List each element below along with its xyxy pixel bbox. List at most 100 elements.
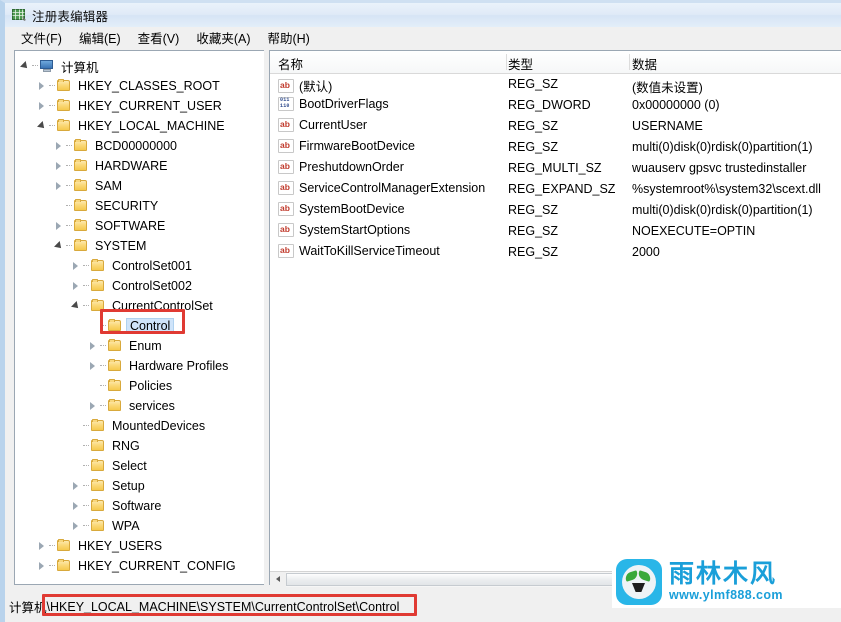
tree-node-controlset002[interactable]: ControlSet002 — [15, 276, 264, 296]
tree-node-control[interactable]: Control — [15, 316, 264, 336]
value-data-cell: NOEXECUTE=OPTIN — [632, 224, 756, 238]
value-row[interactable]: BootDriverFlags REG_DWORD 0x00000000 (0) — [270, 95, 841, 116]
value-row[interactable]: FirmwareBootDevice REG_SZ multi(0)disk(0)r… — [270, 137, 841, 158]
collapse-arrow-icon[interactable] — [36, 116, 49, 136]
value-type-cell: REG_SZ — [508, 140, 559, 154]
tree-node-hkey-users[interactable]: HKEY_USERS — [15, 536, 264, 556]
tree-node-controlset001[interactable]: ControlSet001 — [15, 256, 264, 276]
value-type-cell: REG_DWORD — [508, 98, 591, 112]
expand-arrow-icon[interactable] — [36, 556, 49, 576]
folder-icon — [90, 299, 106, 313]
registry-editor-window: 注册表编辑器 文件(F) 编辑(E) 查看(V) 收藏夹(A) 帮助(H) 计算… — [0, 0, 841, 622]
tree-node-setup[interactable]: Setup — [15, 476, 264, 496]
expand-arrow-icon[interactable] — [87, 396, 100, 416]
column-divider-1[interactable] — [506, 54, 507, 70]
tree-node-security[interactable]: SECURITY — [15, 196, 264, 216]
value-row[interactable]: WaitToKillServiceTimeout REG_SZ 2000 — [270, 242, 841, 263]
expand-arrow-icon[interactable] — [53, 136, 66, 156]
tree-node-system[interactable]: SYSTEM — [15, 236, 264, 256]
folder-icon — [73, 159, 89, 173]
expand-arrow-icon[interactable] — [53, 176, 66, 196]
tree-node-hkey-current-config[interactable]: HKEY_CURRENT_CONFIG — [15, 556, 264, 576]
column-header-data[interactable]: 数据 — [632, 54, 657, 73]
value-name-label: FirmwareBootDevice — [299, 139, 416, 153]
menu-file[interactable]: 文件(F) — [13, 26, 71, 49]
dword-value-icon — [278, 97, 294, 111]
value-data-cell: %systemroot%\system32\scext.dll — [632, 182, 821, 196]
value-type-cell: REG_EXPAND_SZ — [508, 182, 616, 196]
scroll-left-icon[interactable] — [270, 571, 286, 587]
tree-node-enum[interactable]: Enum — [15, 336, 264, 356]
tree-node-label: ControlSet001 — [112, 259, 192, 273]
collapse-arrow-icon[interactable] — [19, 56, 32, 76]
value-data-cell: USERNAME — [632, 119, 703, 133]
expand-arrow-icon[interactable] — [36, 536, 49, 556]
registry-tree-pane[interactable]: 计算机 HKEY_CLASSES_ROOT HKEY_CURRENT_USER HKE… — [14, 50, 264, 585]
column-divider-2[interactable] — [629, 54, 630, 70]
folder-icon — [73, 199, 89, 213]
expand-arrow-icon[interactable] — [87, 336, 100, 356]
values-list: (默认) REG_SZ (数值未设置) BootDriverFlags REG_DWOR… — [270, 74, 841, 263]
column-header-name[interactable]: 名称 — [278, 54, 303, 73]
tree-node-label: Policies — [129, 379, 173, 393]
string-value-icon — [278, 243, 294, 258]
tree-node-services[interactable]: services — [15, 396, 264, 416]
tree-connector-line — [100, 336, 107, 356]
tree-node-policies[interactable]: Policies — [15, 376, 264, 396]
tree-node-select[interactable]: Select — [15, 456, 264, 476]
value-row[interactable]: PreshutdownOrder REG_MULTI_SZ wuauserv gps… — [270, 158, 841, 179]
tree-node-计算机[interactable]: 计算机 — [15, 56, 264, 76]
folder-icon — [90, 519, 106, 533]
tree-node-label: SOFTWARE — [95, 219, 166, 233]
expand-arrow-icon[interactable] — [70, 256, 83, 276]
tree-node-software[interactable]: Software — [15, 496, 264, 516]
value-data-cell: wuauserv gpsvc trustedinstaller — [632, 161, 807, 175]
collapse-arrow-icon[interactable] — [53, 236, 66, 256]
value-row[interactable]: (默认) REG_SZ (数值未设置) — [270, 74, 841, 95]
tree-node-bcd00000000[interactable]: BCD00000000 — [15, 136, 264, 156]
value-row[interactable]: ServiceControlManagerExtension REG_EXPAND… — [270, 179, 841, 200]
tree-node-sam[interactable]: SAM — [15, 176, 264, 196]
tree-node-hardware[interactable]: HARDWARE — [15, 156, 264, 176]
menu-view[interactable]: 查看(V) — [130, 26, 189, 49]
window-title: 注册表编辑器 — [32, 9, 109, 24]
tree-node-mounteddevices[interactable]: MountedDevices — [15, 416, 264, 436]
expand-arrow-icon[interactable] — [53, 216, 66, 236]
registry-tree: 计算机 HKEY_CLASSES_ROOT HKEY_CURRENT_USER HKE… — [15, 51, 264, 576]
value-name-label: SystemBootDevice — [299, 202, 405, 216]
expand-arrow-icon[interactable] — [36, 76, 49, 96]
tree-connector-line — [100, 396, 107, 416]
value-row[interactable]: SystemBootDevice REG_SZ multi(0)disk(0)rdi… — [270, 200, 841, 221]
expand-arrow-icon[interactable] — [53, 156, 66, 176]
value-name-cell: WaitToKillServiceTimeout — [278, 243, 440, 258]
collapse-arrow-icon[interactable] — [70, 296, 83, 316]
menu-edit[interactable]: 编辑(E) — [71, 26, 130, 49]
tree-node-wpa[interactable]: WPA — [15, 516, 264, 536]
tree-node-hkey-classes-root[interactable]: HKEY_CLASSES_ROOT — [15, 76, 264, 96]
value-row[interactable]: CurrentUser REG_SZ USERNAME — [270, 116, 841, 137]
folder-icon — [90, 479, 106, 493]
expand-arrow-icon[interactable] — [70, 516, 83, 536]
tree-node-software[interactable]: SOFTWARE — [15, 216, 264, 236]
column-header-type[interactable]: 类型 — [508, 54, 533, 73]
tree-node-label: HKEY_CLASSES_ROOT — [78, 79, 220, 93]
string-value-icon — [278, 117, 294, 132]
value-row[interactable]: SystemStartOptions REG_SZ NOEXECUTE=OPTIN — [270, 221, 841, 242]
watermark-url: www.ylmf888.com — [669, 588, 783, 602]
expand-arrow-icon[interactable] — [36, 96, 49, 116]
registry-values-pane[interactable]: 名称 类型 数据 (默认)REG_SZ(数值未设置)BootDriverFlag… — [269, 50, 841, 585]
expand-arrow-icon[interactable] — [87, 356, 100, 376]
expand-arrow-icon[interactable] — [70, 276, 83, 296]
tree-node-hardware-profiles[interactable]: Hardware Profiles — [15, 356, 264, 376]
tree-node-hkey-local-machine[interactable]: HKEY_LOCAL_MACHINE — [15, 116, 264, 136]
tree-node-hkey-current-user[interactable]: HKEY_CURRENT_USER — [15, 96, 264, 116]
expand-arrow-icon[interactable] — [70, 476, 83, 496]
menu-favorites[interactable]: 收藏夹(A) — [188, 26, 259, 49]
tree-node-rng[interactable]: RNG — [15, 436, 264, 456]
value-data-cell: multi(0)disk(0)rdisk(0)partition(1) — [632, 203, 813, 217]
expand-arrow-icon[interactable] — [70, 496, 83, 516]
tree-node-currentcontrolset[interactable]: CurrentControlSet — [15, 296, 264, 316]
tree-node-label: BCD00000000 — [95, 139, 178, 153]
menu-help[interactable]: 帮助(H) — [259, 26, 318, 49]
